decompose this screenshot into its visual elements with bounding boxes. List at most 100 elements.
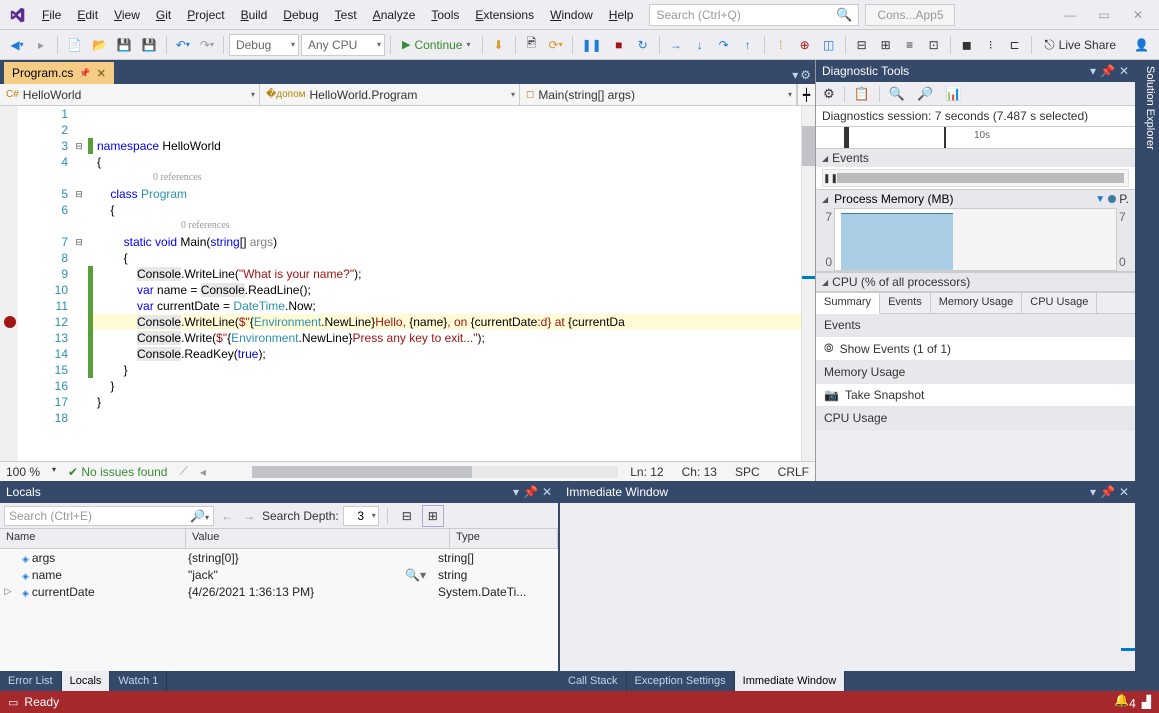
show-events-link[interactable]: ⦾Show Events (1 of 1) (816, 337, 1135, 361)
menu-git[interactable]: Git (148, 4, 179, 26)
immediate-input[interactable] (560, 503, 1135, 671)
tb-icon-e[interactable]: ⊞ (875, 34, 897, 56)
diag-reset-icon[interactable]: 📊 (942, 86, 964, 102)
nav-class[interactable]: �допомHelloWorld.Program (260, 84, 520, 105)
tb-icon-a[interactable]: ⁞ (770, 34, 792, 56)
search-depth-input[interactable]: 3 (343, 506, 379, 526)
imm-pin-icon[interactable]: 📌 (1100, 485, 1115, 499)
spaces-indicator[interactable]: SPC (735, 465, 760, 479)
diag-dropdown-icon[interactable]: ▾ (1090, 64, 1096, 78)
tb-icon-h[interactable]: ◼ (956, 34, 978, 56)
menu-file[interactable]: File (34, 4, 69, 26)
solution-name[interactable]: Cons...App5 (865, 4, 955, 26)
diag-tab-cpu-usage[interactable]: CPU Usage (1022, 293, 1097, 313)
menu-debug[interactable]: Debug (275, 4, 326, 26)
tab-program-cs[interactable]: Program.cs 📌 ✕ (4, 62, 114, 84)
diag-cpu-header[interactable]: CPU (% of all processors) (816, 273, 1135, 291)
tab-gear-icon[interactable]: ⚙ (800, 68, 811, 82)
take-snapshot-link[interactable]: 📷Take Snapshot (816, 384, 1135, 407)
open-file-icon[interactable]: 📂 (88, 34, 111, 56)
menu-view[interactable]: View (106, 4, 148, 26)
step-into-icon[interactable]: ↓ (689, 34, 711, 56)
platform-dropdown[interactable]: Any CPU (301, 34, 385, 56)
step-over-icon[interactable]: ↷ (713, 34, 735, 56)
events-track[interactable]: ❚❚ (822, 169, 1129, 187)
diag-zoom-in-icon[interactable]: 🔍 (886, 86, 908, 102)
live-icon[interactable]: ⟳▾ (545, 34, 567, 56)
vertical-scrollbar[interactable] (801, 106, 815, 461)
bottom-tab-error-list[interactable]: Error List (0, 671, 62, 691)
menu-analyze[interactable]: Analyze (365, 4, 424, 26)
locals-search-input[interactable]: Search (Ctrl+E)🔎▾ (4, 506, 214, 526)
diag-timeline[interactable]: 10s (816, 127, 1135, 149)
tb-icon-c[interactable]: ◫ (818, 34, 840, 56)
bottom-tab-exception-settings[interactable]: Exception Settings (627, 671, 735, 691)
diag-tab-events[interactable]: Events (880, 293, 931, 313)
pause-button[interactable]: ❚❚ (578, 34, 606, 56)
menu-extensions[interactable]: Extensions (467, 4, 542, 26)
split-editor-icon[interactable]: ┿ (797, 84, 815, 105)
nav-fwd-button[interactable]: ▸ (30, 34, 52, 56)
diag-select-tools-icon[interactable]: 📋 (851, 86, 873, 102)
locals-tool-a[interactable]: ⊟ (396, 505, 418, 527)
minimize-button[interactable]: — (1053, 4, 1087, 26)
publish-icon[interactable]: ▟ (1142, 695, 1151, 709)
menu-edit[interactable]: Edit (69, 4, 106, 26)
col-name[interactable]: Name (0, 529, 186, 548)
bottom-tab-watch-1[interactable]: Watch 1 (110, 671, 167, 691)
locals-dropdown-icon[interactable]: ▾ (513, 485, 519, 499)
stop-button[interactable]: ■ (608, 34, 630, 56)
pin-icon[interactable]: 📌 (79, 68, 90, 79)
diag-zoom-out-icon[interactable]: 🔎 (914, 86, 936, 102)
tb-icon-j[interactable]: ⊏ (1004, 34, 1026, 56)
menu-project[interactable]: Project (179, 4, 232, 26)
feedback-icon[interactable]: 👤 (1130, 34, 1153, 56)
save-icon[interactable]: 💾 (113, 34, 136, 56)
locals-row[interactable]: ◈name"jack" 🔍▾string (0, 566, 558, 583)
menu-test[interactable]: Test (327, 4, 365, 26)
maximize-button[interactable]: ▭ (1087, 4, 1121, 26)
diag-close-icon[interactable]: ✕ (1119, 64, 1129, 78)
nav-method[interactable]: ◻Main(string[] args) (520, 84, 797, 105)
tb-icon-i[interactable]: ⁝ (980, 34, 1002, 56)
col-value[interactable]: Value (186, 529, 450, 548)
issues-status[interactable]: ✔ No issues found (68, 465, 167, 479)
locals-nav-fwd[interactable]: → (240, 509, 258, 523)
close-tab-icon[interactable]: ✕ (97, 67, 106, 80)
code-editor[interactable]: 123⊟45⊟67⊟89101112131415161718 namespace… (0, 106, 815, 461)
locals-tool-b[interactable]: ⊞ (422, 505, 444, 527)
col-type[interactable]: Type (450, 529, 558, 548)
lineending-indicator[interactable]: CRLF (778, 465, 809, 479)
locals-nav-back[interactable]: ← (218, 509, 236, 523)
memory-chart[interactable]: 70 70 (816, 208, 1135, 272)
menu-help[interactable]: Help (601, 4, 642, 26)
menu-build[interactable]: Build (233, 4, 276, 26)
tab-dropdown-icon[interactable]: ▾ (792, 68, 798, 82)
step-out-icon[interactable]: ↑ (737, 34, 759, 56)
locals-row[interactable]: ▷◈currentDate{4/26/2021 1:36:13 PM}Syste… (0, 583, 558, 600)
bottom-tab-call-stack[interactable]: Call Stack (560, 671, 627, 691)
solution-explorer-tab[interactable]: Solution Explorer (1135, 60, 1159, 691)
menu-window[interactable]: Window (542, 4, 601, 26)
close-button[interactable]: ✕ (1121, 4, 1155, 26)
diag-settings-icon[interactable]: ⚙ (820, 86, 838, 102)
diag-tab-memory-usage[interactable]: Memory Usage (931, 293, 1023, 313)
tb-icon-b[interactable]: ⊕ (794, 34, 816, 56)
imm-close-icon[interactable]: ✕ (1119, 485, 1129, 499)
new-project-icon[interactable]: 📄 (63, 34, 86, 56)
tb-icon-f[interactable]: ≡ (899, 34, 921, 56)
menu-tools[interactable]: Tools (423, 4, 467, 26)
locals-pin-icon[interactable]: 📌 (523, 485, 538, 499)
diag-memory-header[interactable]: Process Memory (MB) (834, 192, 953, 206)
locals-close-icon[interactable]: ✕ (542, 485, 552, 499)
nav-project[interactable]: C#HelloWorld (0, 84, 260, 105)
live-share-button[interactable]: ⎋Live Share (1038, 38, 1122, 52)
zoom-dropdown[interactable]: 100 % (6, 465, 56, 479)
diag-events-header[interactable]: Events (816, 149, 1135, 167)
tb-icon-d[interactable]: ⊟ (851, 34, 873, 56)
hotreload-icon[interactable]: 🖻 (521, 34, 543, 56)
save-all-icon[interactable]: 💾 (138, 34, 161, 56)
bottom-tab-locals[interactable]: Locals (62, 671, 111, 691)
config-dropdown[interactable]: Debug (229, 34, 299, 56)
quick-search-input[interactable]: Search (Ctrl+Q)🔍 (649, 4, 859, 26)
